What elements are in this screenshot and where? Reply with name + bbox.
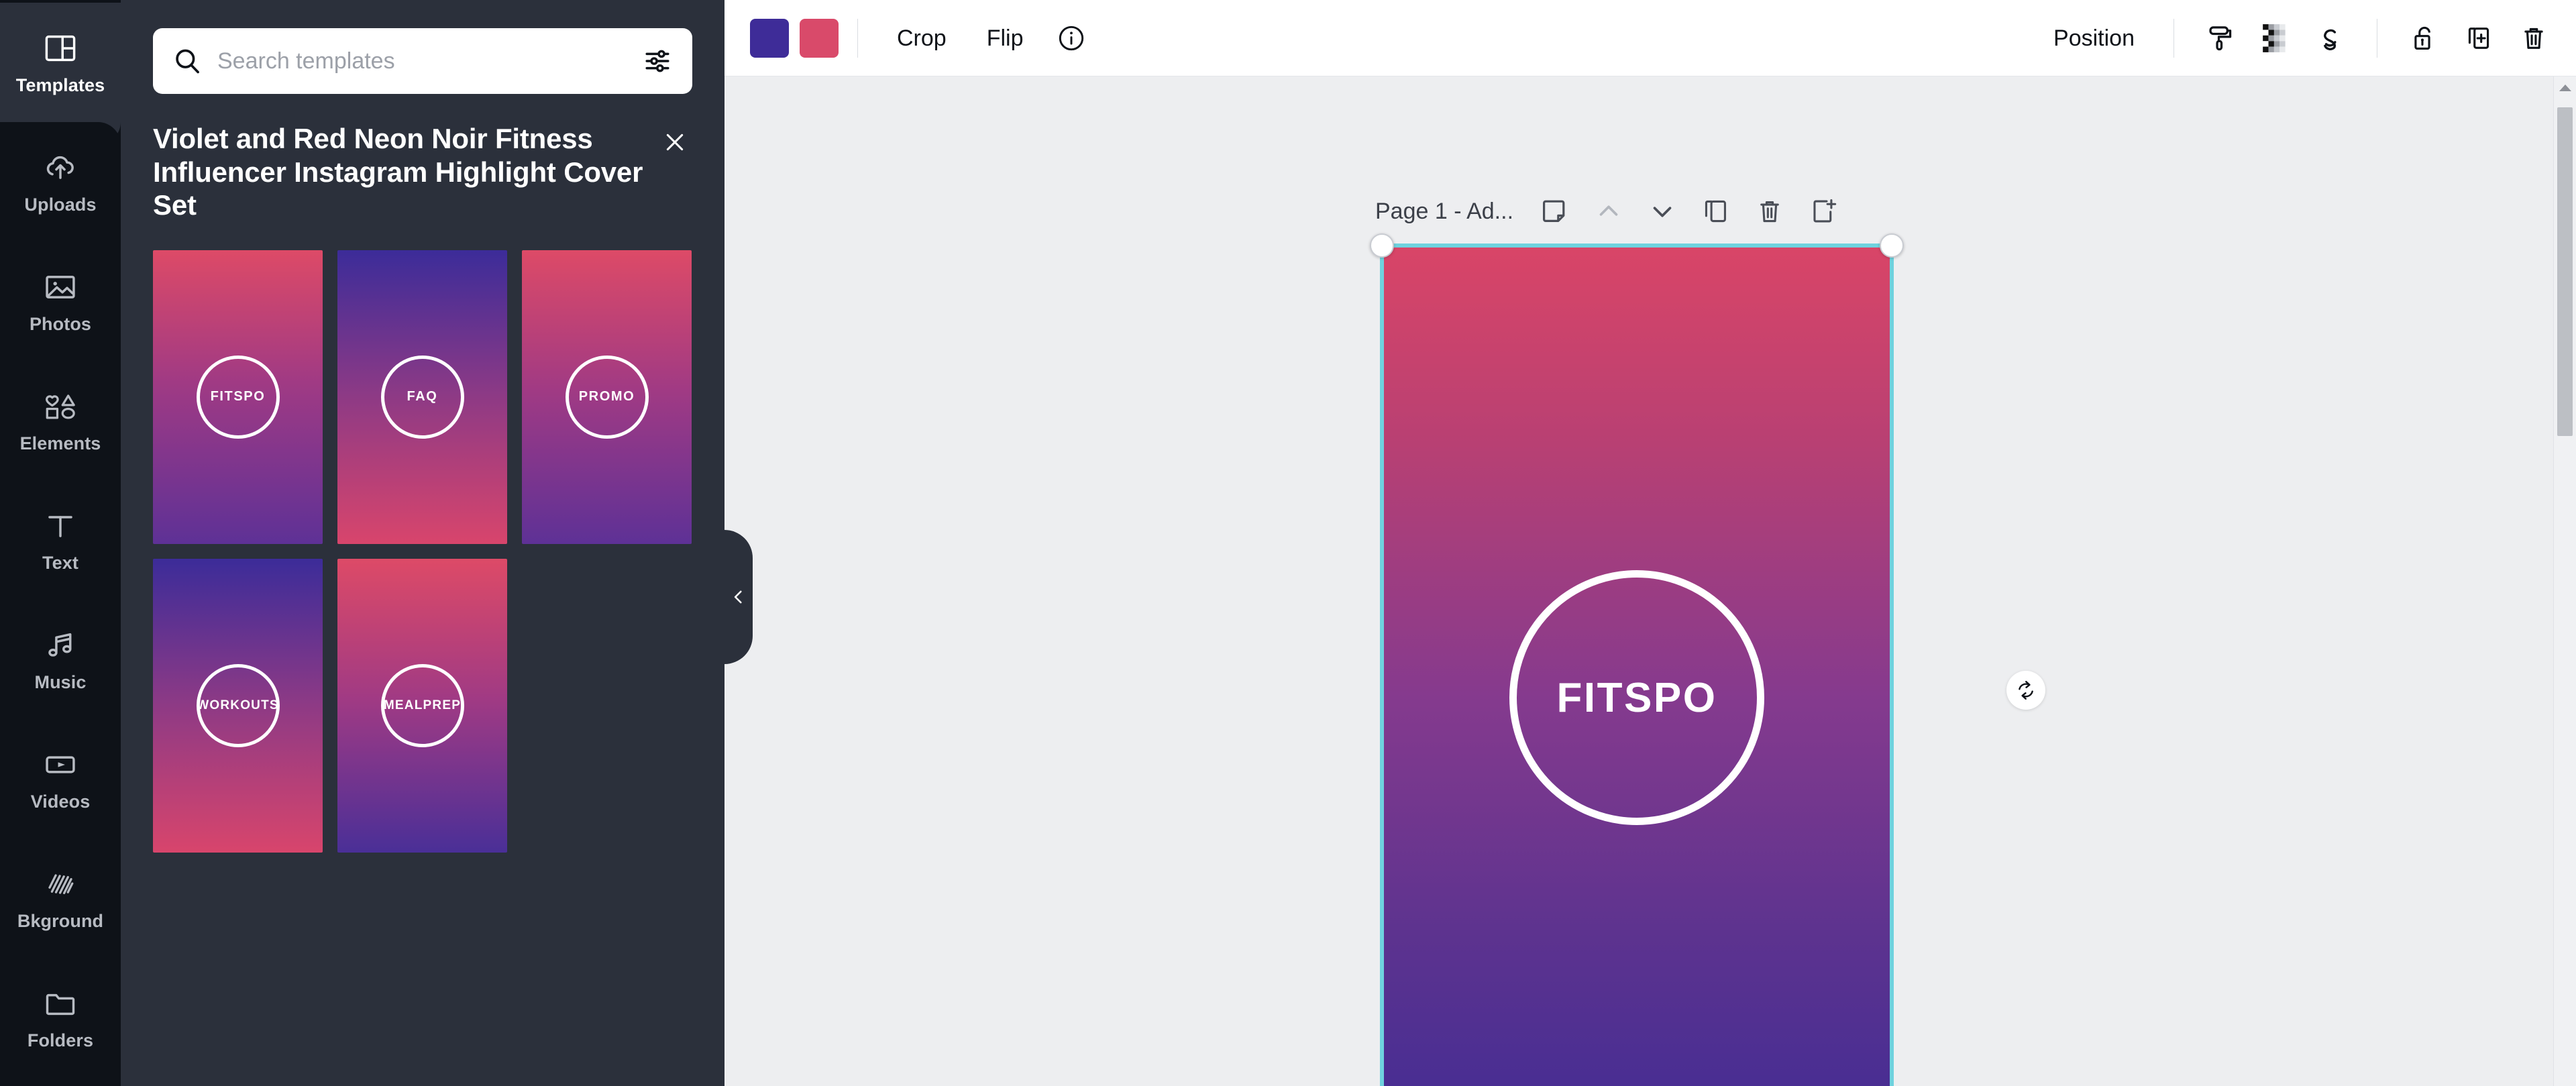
page-header: Page 1 - Ad...	[1375, 191, 1850, 232]
duplicate-icon[interactable]	[2455, 15, 2502, 62]
notes-icon[interactable]	[1534, 191, 1576, 232]
delete-page-icon[interactable]	[1749, 191, 1790, 232]
transparency-icon[interactable]	[2252, 15, 2299, 62]
sidebar-item-bkground[interactable]: Bkground	[0, 838, 121, 958]
template-badge: FITSPO	[197, 356, 280, 439]
rotate-handle[interactable]	[2006, 671, 2045, 710]
search-bar[interactable]	[153, 28, 692, 94]
filter-sliders-icon[interactable]	[643, 46, 672, 76]
toolbar-divider	[857, 19, 858, 58]
search-input[interactable]	[217, 48, 628, 74]
canvas-element-text: FITSPO	[1557, 674, 1717, 722]
template-label: FITSPO	[211, 389, 266, 404]
resize-handle-top-left[interactable]	[1370, 233, 1394, 258]
sidebar-item-elements[interactable]: Elements	[0, 361, 121, 480]
sidebar-label-text: Text	[42, 554, 78, 572]
sidebar-item-uploads[interactable]: Uploads	[0, 122, 121, 241]
page-title: Violet and Red Neon Noir Fitness Influen…	[153, 122, 644, 222]
video-icon	[42, 747, 79, 782]
template-badge: WORK OUTS	[197, 664, 280, 747]
template-label: FAQ	[407, 389, 438, 404]
move-down-icon[interactable]	[1642, 191, 1683, 232]
sidebar-item-folders[interactable]: Folders	[0, 958, 121, 1077]
template-thumbnail-promo[interactable]: PROMO	[522, 250, 692, 544]
main-area: Crop Flip Position	[724, 0, 2576, 1086]
canvas-viewport: Page 1 - Ad...	[724, 76, 2576, 1086]
template-grid: FITSPO FAQ PROMO WORK OUTS	[153, 250, 692, 853]
music-note-icon	[42, 628, 79, 663]
crop-button[interactable]: Crop	[877, 27, 967, 50]
sidebar-item-templates[interactable]: Templates	[0, 3, 121, 122]
violet-swatch[interactable]	[750, 19, 789, 58]
sidebar-label-photos: Photos	[30, 315, 91, 333]
scrollbar-thumb[interactable]	[2557, 107, 2573, 436]
collapse-panel-button[interactable]	[724, 530, 753, 664]
canvas-badge-ring: FITSPO	[1509, 570, 1764, 825]
folder-icon	[42, 986, 79, 1021]
scroll-up-arrow-icon[interactable]	[2554, 76, 2576, 99]
design-canvas[interactable]: FITSPO	[1382, 246, 1892, 1086]
template-thumbnail-workouts[interactable]: WORK OUTS	[153, 559, 323, 853]
trash-icon[interactable]	[2510, 15, 2557, 62]
template-label-line1: MEAL	[384, 698, 423, 713]
templates-panel: Violet and Red Neon Noir Fitness Influen…	[121, 0, 724, 1086]
red-swatch[interactable]	[800, 19, 839, 58]
template-label: PROMO	[579, 389, 635, 404]
resize-handle-top-right[interactable]	[1880, 233, 1904, 258]
selected-element-frame[interactable]: FITSPO	[1382, 246, 1892, 1086]
left-sidebar: Templates Uploads Photos	[0, 0, 121, 1086]
flip-button[interactable]: Flip	[967, 27, 1044, 50]
elements-icon	[42, 389, 79, 424]
template-badge: MEAL PREP	[381, 664, 464, 747]
text-icon	[42, 508, 79, 543]
sidebar-label-uploads: Uploads	[24, 196, 96, 214]
sidebar-label-videos: Videos	[31, 793, 91, 811]
templates-icon	[42, 31, 79, 66]
photo-icon	[42, 270, 79, 305]
template-label-line2: PREP	[423, 698, 462, 713]
position-button[interactable]: Position	[2033, 27, 2155, 50]
background-icon	[42, 867, 79, 902]
template-label-line2: OUTS	[240, 698, 279, 713]
sidebar-item-photos[interactable]: Photos	[0, 241, 121, 361]
template-thumbnail-fitspo[interactable]: FITSPO	[153, 250, 323, 544]
template-label-line1: WORK	[197, 698, 240, 713]
animate-icon[interactable]	[2307, 15, 2354, 62]
sidebar-item-music[interactable]: Music	[0, 600, 121, 719]
top-toolbar: Crop Flip Position	[724, 0, 2576, 76]
panel-header: Violet and Red Neon Noir Fitness Influen…	[153, 122, 692, 222]
sidebar-item-videos[interactable]: Videos	[0, 719, 121, 838]
page-title-label[interactable]: Page 1 - Ad...	[1375, 199, 1513, 225]
template-badge: PROMO	[566, 356, 649, 439]
template-thumbnail-faq[interactable]: FAQ	[337, 250, 507, 544]
info-icon[interactable]	[1048, 15, 1095, 62]
template-badge: FAQ	[381, 356, 464, 439]
move-up-icon[interactable]	[1588, 191, 1629, 232]
search-icon	[172, 46, 203, 76]
template-thumbnail-mealprep[interactable]: MEAL PREP	[337, 559, 507, 853]
sidebar-label-bkground: Bkground	[17, 912, 103, 930]
close-icon[interactable]	[657, 125, 692, 160]
sidebar-label-music: Music	[34, 673, 86, 692]
sidebar-item-text[interactable]: Text	[0, 480, 121, 600]
paint-roller-icon[interactable]	[2197, 15, 2244, 62]
chevron-left-icon	[730, 585, 747, 609]
sidebar-label-templates: Templates	[16, 76, 105, 95]
add-page-icon[interactable]	[1803, 191, 1844, 232]
vertical-scrollbar[interactable]	[2553, 76, 2576, 1086]
upload-cloud-icon	[42, 150, 79, 185]
duplicate-page-icon[interactable]	[1695, 191, 1737, 232]
unlock-icon[interactable]	[2400, 15, 2447, 62]
sidebar-label-folders: Folders	[28, 1032, 93, 1050]
sidebar-label-elements: Elements	[20, 435, 101, 453]
